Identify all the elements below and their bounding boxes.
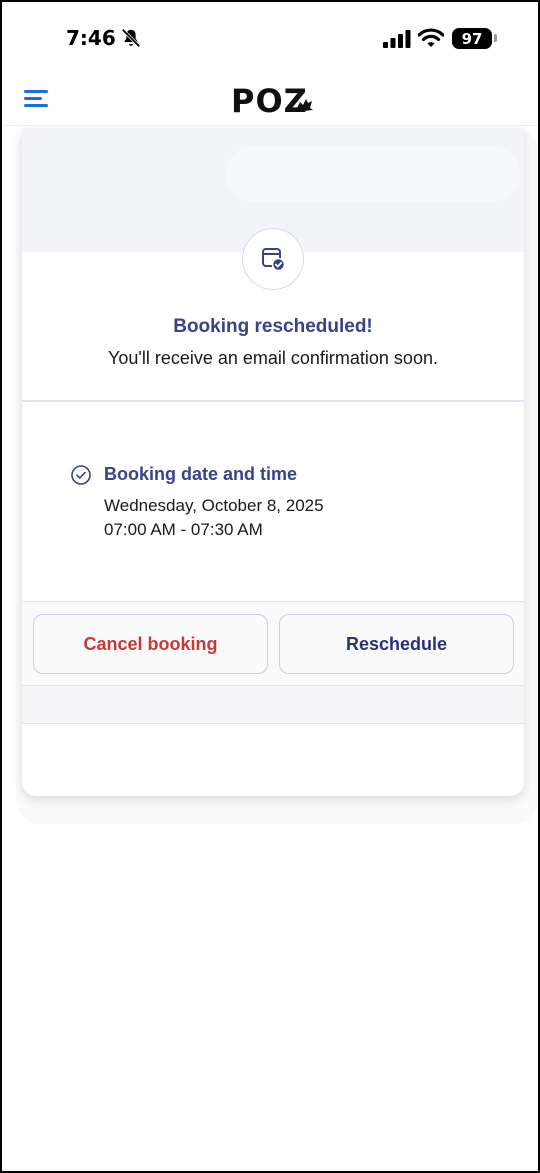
confirmation-subtitle: You'll receive an email confirmation soo… bbox=[108, 348, 438, 368]
booking-time-range: 07:00 AM - 07:30 AM bbox=[104, 520, 263, 539]
logo-mark-icon bbox=[296, 99, 313, 111]
wifi-icon bbox=[418, 28, 444, 47]
booking-card: Booking rescheduled! You'll receive an e… bbox=[22, 128, 524, 796]
menu-icon[interactable] bbox=[24, 90, 48, 108]
calendar-check-badge bbox=[242, 228, 304, 290]
booking-actions: Cancel booking Reschedule bbox=[22, 602, 524, 686]
booking-details: Booking date and time Wednesday, October… bbox=[22, 402, 524, 602]
status-bar: 7:46 97 bbox=[2, 2, 538, 70]
booking-date: Wednesday, October 8, 2025 bbox=[104, 496, 324, 515]
battery-nub bbox=[494, 34, 497, 42]
confirmation-title: Booking rescheduled! bbox=[173, 316, 373, 337]
battery-level: 97 bbox=[452, 28, 492, 49]
signal-icon bbox=[383, 30, 411, 48]
card-footer-band bbox=[22, 686, 524, 724]
check-circle-icon bbox=[71, 465, 91, 485]
bell-off-icon bbox=[121, 28, 141, 48]
details-heading: Booking date and time bbox=[104, 464, 298, 484]
cancel-booking-button[interactable]: Cancel booking bbox=[33, 614, 268, 674]
reschedule-button[interactable]: Reschedule bbox=[279, 614, 514, 674]
loading-placeholder bbox=[226, 146, 520, 202]
calendar-check-icon bbox=[262, 248, 286, 272]
app-header: POZ bbox=[2, 70, 538, 126]
status-time: 7:46 bbox=[66, 26, 116, 50]
